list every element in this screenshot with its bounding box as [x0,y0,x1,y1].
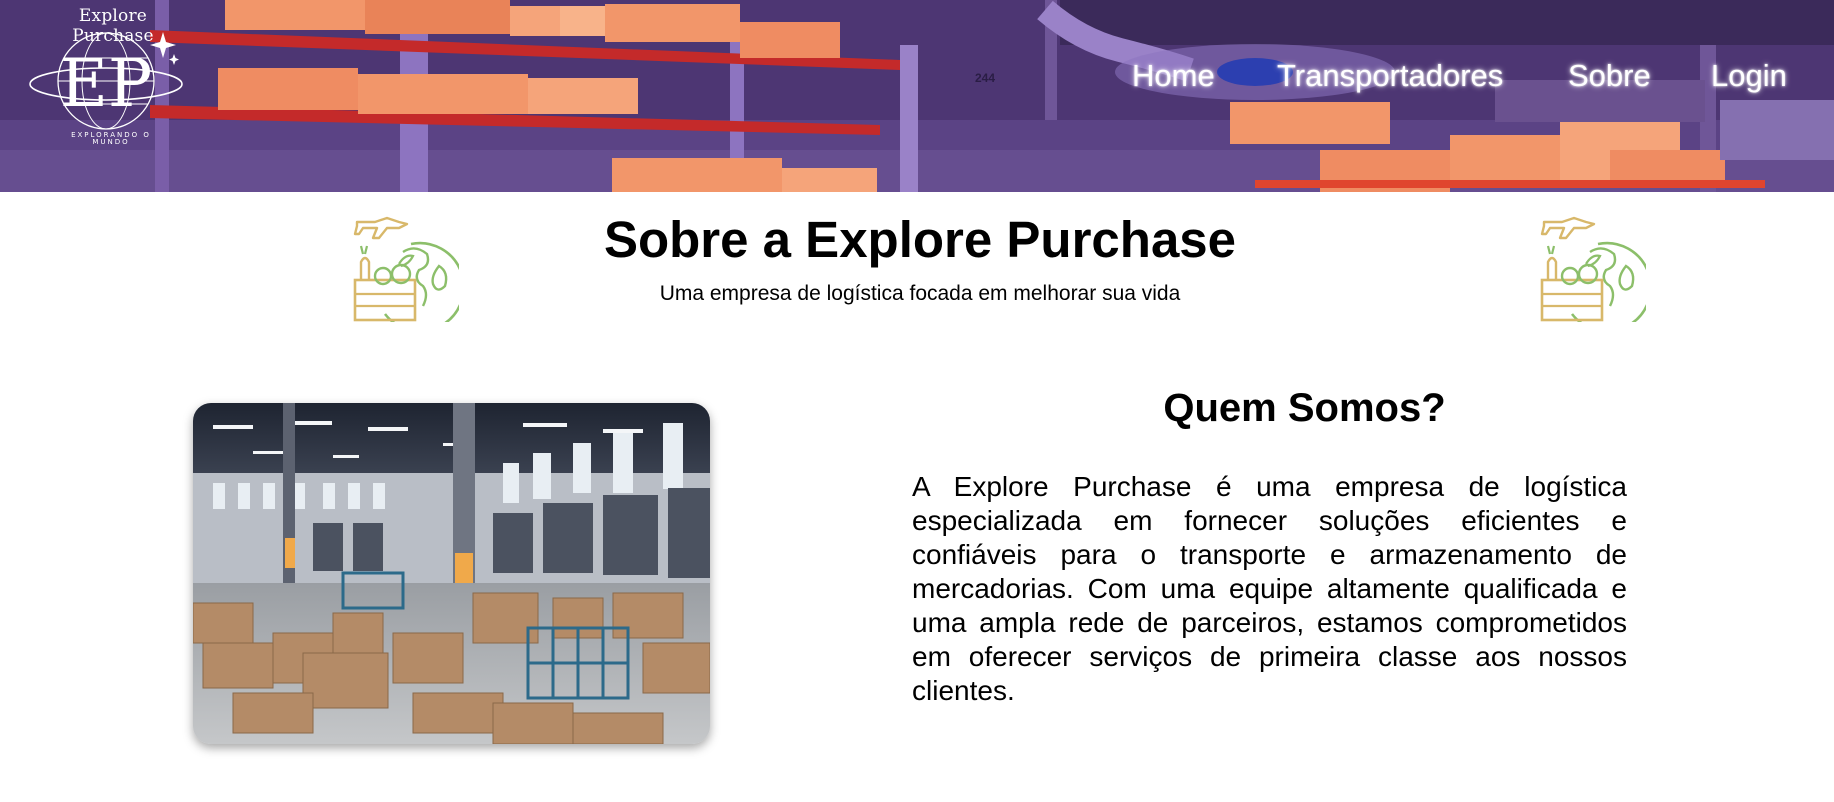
about-heading: Quem Somos? [1163,386,1446,430]
main-nav: Home Transportadores Sobre Login [0,58,1834,102]
about-paragraph: A Explore Purchase é uma empresa de logí… [912,471,1627,706]
header-banner: 244 Explore Purchase EP EXPLORANDO O MUN… [0,0,1834,192]
global-produce-logistics-icon [353,216,459,322]
nav-home[interactable]: Home [1132,58,1215,94]
warehouse-photo [193,403,710,744]
nav-login[interactable]: Login [1711,58,1787,94]
nav-sobre[interactable]: Sobre [1568,58,1651,94]
logo-tagline: EXPLORANDO O MUNDO [71,131,151,146]
nav-transportadores[interactable]: Transportadores [1277,58,1503,94]
global-produce-logistics-icon [1540,216,1646,322]
